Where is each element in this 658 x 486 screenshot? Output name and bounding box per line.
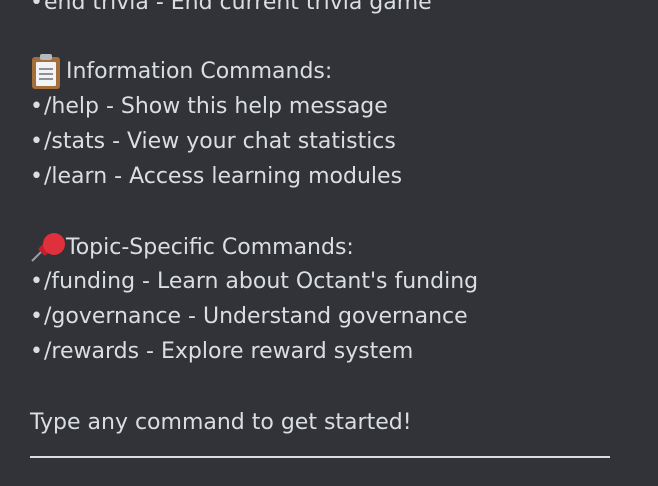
list-item-help: •/help - Show this help message (30, 92, 388, 122)
divider (30, 456, 610, 458)
command-text: /rewards - Explore reward system (44, 339, 414, 364)
list-item-rewards: •/rewards - Explore reward system (30, 337, 413, 367)
section-title: Information Commands: (66, 59, 333, 84)
section-title: Topic-Specific Commands: (66, 235, 354, 260)
command-text: end trivia - End current trivia game (44, 0, 432, 15)
bullet: • (30, 339, 43, 364)
clipboard-icon (30, 54, 66, 89)
list-item-funding: •/funding - Learn about Octant's funding (30, 267, 478, 297)
list-item-end-trivia: •end trivia - End current trivia game (30, 0, 432, 18)
pushpin-icon (30, 233, 66, 263)
footer-text: Type any command to get started! (30, 410, 412, 435)
section-heading-topic: Topic-Specific Commands: (30, 233, 354, 263)
bot-message: •end trivia - End current trivia game In… (0, 0, 658, 486)
bullet: • (30, 269, 43, 294)
list-item-learn: •/learn - Access learning modules (30, 162, 402, 192)
section-heading-information: Information Commands: (30, 54, 333, 89)
command-text: /funding - Learn about Octant's funding (44, 269, 479, 294)
bullet: • (30, 0, 43, 15)
bullet: • (30, 94, 43, 119)
command-text: /stats - View your chat statistics (44, 129, 396, 154)
command-text: /governance - Understand governance (44, 304, 468, 329)
command-text: /help - Show this help message (44, 94, 388, 119)
list-item-stats: •/stats - View your chat statistics (30, 127, 396, 157)
command-text: /learn - Access learning modules (44, 164, 403, 189)
list-item-governance: •/governance - Understand governance (30, 302, 468, 332)
bullet: • (30, 129, 43, 154)
bullet: • (30, 304, 43, 329)
bullet: • (30, 164, 43, 189)
